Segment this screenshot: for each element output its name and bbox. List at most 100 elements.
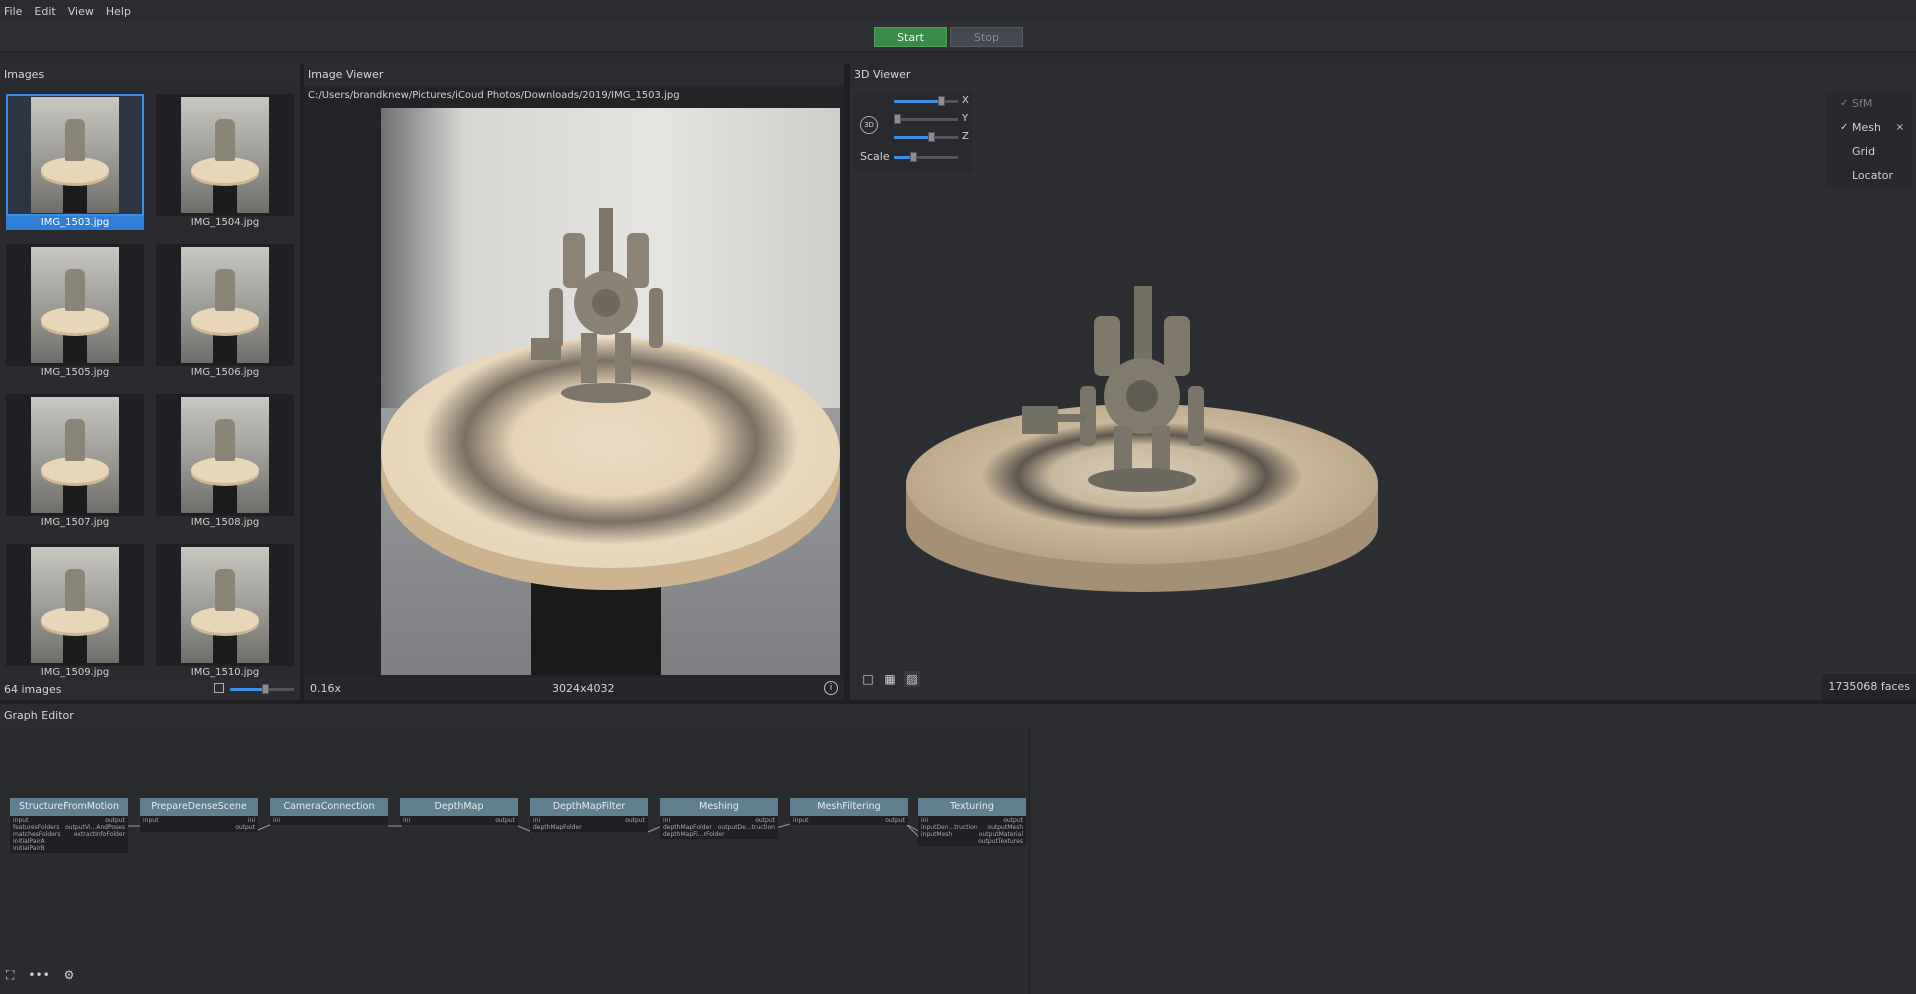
gear-icon[interactable]: ⚙ (64, 968, 75, 983)
graph-tools: ⛶ ••• ⚙ (6, 968, 74, 983)
node-port[interactable]: initialPairA (13, 838, 45, 845)
z-axis-label: Z (962, 131, 969, 142)
node-title: DepthMap (400, 798, 518, 816)
node-port[interactable]: outputDe...truction (718, 824, 775, 831)
layer-locator-label: Locator (1852, 169, 1894, 182)
node-camera-connection[interactable]: CameraConnection ini (270, 798, 388, 825)
more-icon[interactable]: ••• (28, 968, 49, 983)
thumbnail-size-icon[interactable] (214, 683, 224, 693)
stop-button[interactable]: Stop (950, 27, 1023, 47)
thumbnail[interactable]: IMG_1504.jpg (156, 94, 294, 230)
node-structure-from-motion[interactable]: StructureFromMotion input output features… (10, 798, 128, 853)
start-button[interactable]: Start (874, 27, 947, 47)
figurine-image (531, 208, 663, 403)
thumbnail-frame (156, 394, 294, 516)
z-slider[interactable] (894, 132, 958, 142)
slider-fill (230, 688, 264, 691)
panel-divider[interactable] (300, 64, 304, 700)
slider-knob[interactable] (894, 114, 901, 124)
thumbnail[interactable]: IMG_1506.jpg (156, 244, 294, 380)
close-icon[interactable]: × (1896, 116, 1904, 140)
node-port[interactable]: depthMapFi...rFolder (663, 831, 725, 838)
node-port[interactable]: depthMapFolder (663, 824, 712, 831)
thumbnail-image (181, 397, 269, 513)
node-port[interactable]: outputVi...AndPoses (65, 824, 125, 831)
menu-edit[interactable]: Edit (34, 5, 55, 18)
thumbnail[interactable]: IMG_1505.jpg (6, 244, 144, 380)
node-port[interactable]: output (885, 817, 905, 824)
node-port[interactable]: input (143, 817, 158, 824)
thumbnail[interactable]: IMG_1508.jpg (156, 394, 294, 530)
node-port[interactable]: ini (273, 817, 280, 824)
node-body: ini output inputDen...truction outputMesh … (918, 816, 1026, 846)
graph-editor[interactable]: StructureFromMotion input output features… (0, 728, 1028, 994)
thumbnail[interactable]: IMG_1503.jpg (6, 94, 144, 230)
wireframe-view-icon[interactable]: ▦ (882, 671, 898, 687)
layer-mesh[interactable]: ✓ Mesh × (1826, 116, 1912, 140)
node-depth-map-filter[interactable]: DepthMapFilter ini output depthMapFolder (530, 798, 648, 832)
node-port[interactable]: initialPairB (13, 845, 45, 852)
images-footer: 64 images (0, 678, 300, 700)
menu-view[interactable]: View (68, 5, 94, 18)
node-port[interactable]: outputMesh (987, 824, 1023, 831)
node-port[interactable]: outputTextures (978, 838, 1023, 845)
thumbnail-size-slider[interactable] (230, 684, 294, 694)
node-title: CameraConnection (270, 798, 388, 816)
camera-3d-icon[interactable]: 3D (860, 116, 878, 134)
node-port[interactable]: ini (663, 817, 670, 824)
node-port[interactable]: input (793, 817, 808, 824)
thumbnail[interactable]: IMG_1509.jpg (6, 544, 144, 678)
layer-mesh-label: Mesh (1852, 121, 1881, 134)
panel-divider[interactable] (844, 64, 850, 700)
menu-file[interactable]: File (4, 5, 22, 18)
slider-knob[interactable] (262, 684, 269, 694)
images-panel-title: Images (0, 64, 300, 86)
node-port[interactable]: output (495, 817, 515, 824)
node-port[interactable]: ini (248, 817, 255, 824)
node-depth-map[interactable]: DepthMap ini output (400, 798, 518, 825)
node-port[interactable]: inputMesh (921, 831, 952, 838)
node-port[interactable]: ini (921, 817, 928, 824)
node-port[interactable]: output (105, 817, 125, 824)
photo-display (381, 108, 840, 675)
layer-sfm[interactable]: ✓ SfM (1826, 92, 1912, 116)
thumbnail-name: IMG_1510.jpg (190, 667, 260, 678)
node-port[interactable]: inputDen...truction (921, 824, 978, 831)
node-port[interactable]: output (235, 824, 255, 831)
slider-knob[interactable] (910, 152, 917, 162)
node-meshing[interactable]: Meshing ini output depthMapFolder outputDe… (660, 798, 778, 839)
node-port[interactable]: depthMapFolder (533, 824, 582, 831)
slider-knob[interactable] (928, 132, 935, 142)
image-count: 64 images (4, 682, 62, 696)
slider-knob[interactable] (938, 96, 945, 106)
node-port[interactable]: extractInfoFolder (74, 831, 125, 838)
node-mesh-filtering[interactable]: MeshFiltering input output (790, 798, 908, 825)
layer-grid[interactable]: Grid (1826, 140, 1912, 164)
scale-slider[interactable] (894, 152, 958, 162)
node-port[interactable]: output (1003, 817, 1023, 824)
x-slider[interactable] (894, 96, 958, 106)
thumbnail-image (181, 547, 269, 663)
node-port[interactable]: input (13, 817, 28, 824)
node-port[interactable]: ini (533, 817, 540, 824)
thumbnail-name: IMG_1506.jpg (190, 367, 260, 378)
textured-view-icon[interactable]: ▨ (904, 671, 920, 687)
node-port[interactable]: featuresFolders (13, 824, 59, 831)
node-port[interactable]: matchesFolders (13, 831, 60, 838)
menu-help[interactable]: Help (106, 5, 131, 18)
info-icon[interactable]: i (824, 681, 838, 695)
node-port[interactable]: output (755, 817, 775, 824)
3d-viewer[interactable]: 3D X Y Z Scale ✓ SfM ✓ Mesh × Grid Locator (850, 86, 1916, 700)
solid-view-icon[interactable]: □ (860, 671, 876, 687)
node-prepare-dense-scene[interactable]: PrepareDenseScene input ini output (140, 798, 258, 832)
image-viewer[interactable]: C:/Users/brandknew/Pictures/iCoud Photos… (304, 86, 844, 700)
node-port[interactable]: output (625, 817, 645, 824)
node-port[interactable]: ini (403, 817, 410, 824)
y-slider[interactable] (894, 114, 958, 124)
thumbnail[interactable]: IMG_1510.jpg (156, 544, 294, 678)
layer-locator[interactable]: Locator (1826, 164, 1912, 188)
node-texturing[interactable]: Texturing ini output inputDen...truction o… (918, 798, 1026, 846)
fit-view-icon[interactable]: ⛶ (6, 968, 14, 983)
thumbnail[interactable]: IMG_1507.jpg (6, 394, 144, 530)
node-port[interactable]: outputMaterial (979, 831, 1023, 838)
